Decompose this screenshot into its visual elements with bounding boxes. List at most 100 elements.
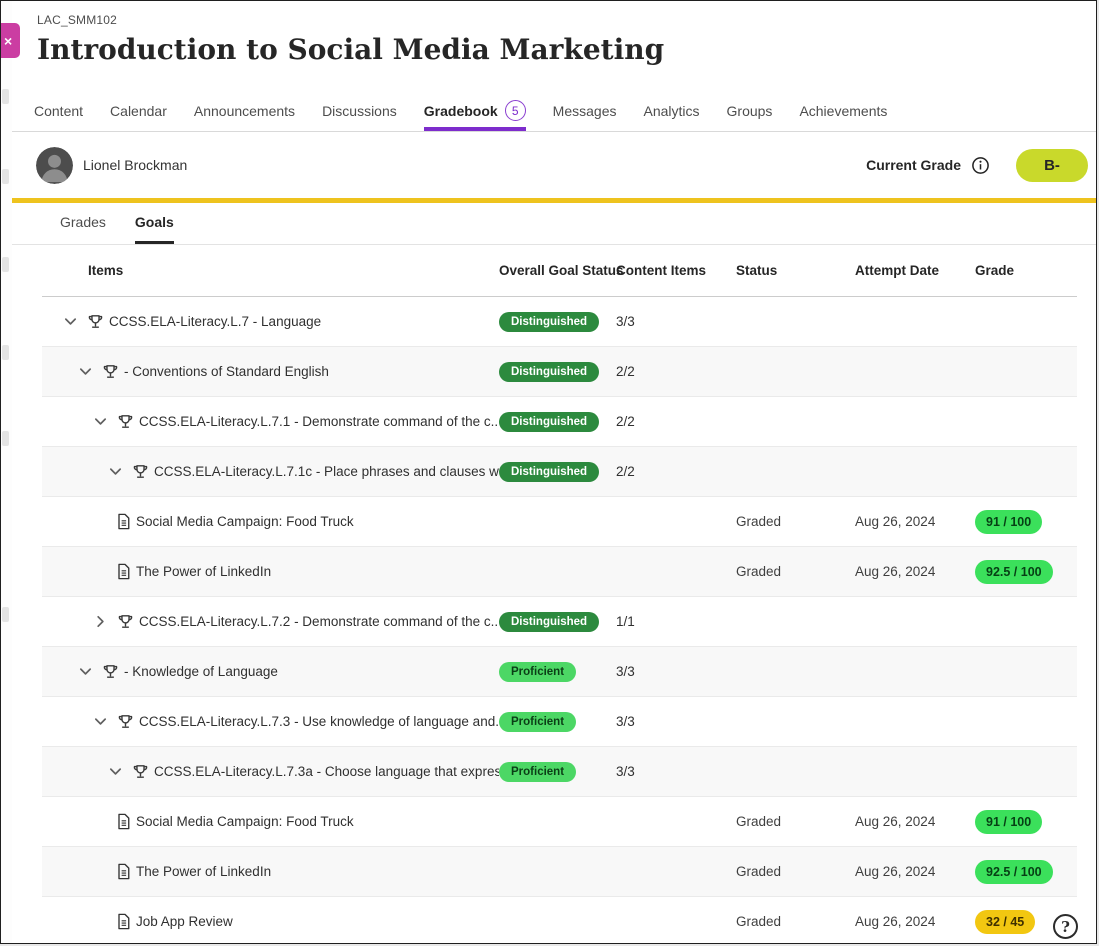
goal-status-pill: Distinguished	[499, 362, 599, 382]
item-status: Graded	[736, 564, 855, 579]
panel-close-tab[interactable]: ×	[1, 23, 20, 58]
tab-messages[interactable]: Messages	[553, 96, 617, 131]
chevron-down-icon[interactable]	[88, 710, 112, 734]
grade-pill[interactable]: 91 / 100	[975, 510, 1042, 534]
chevron-down-icon[interactable]	[58, 310, 82, 334]
goals-table: Items Overall Goal Status Content Items …	[42, 245, 1077, 944]
goal-trophy-icon	[117, 413, 134, 430]
goal-trophy-icon	[102, 663, 119, 680]
table-row: - Knowledge of Language Proficient 3/3	[42, 647, 1077, 697]
tab-groups[interactable]: Groups	[727, 96, 773, 131]
goal-label: CCSS.ELA-Literacy.L.7 - Language	[109, 314, 321, 329]
tab-discussions[interactable]: Discussions	[322, 96, 397, 131]
table-row: CCSS.ELA-Literacy.L.7.3a - Choose langua…	[42, 747, 1077, 797]
goal-trophy-icon	[117, 713, 134, 730]
gradebook-subtabs: Grades Goals	[12, 203, 1096, 245]
content-items-count: 1/1	[616, 614, 736, 629]
grade-pill[interactable]: 92.5 / 100	[975, 560, 1053, 584]
chevron-down-icon[interactable]	[88, 410, 112, 434]
tab-achievements[interactable]: Achievements	[799, 96, 887, 131]
student-name: Lionel Brockman	[83, 157, 187, 173]
chevron-down-icon[interactable]	[73, 360, 97, 384]
grade-pill[interactable]: 91 / 100	[975, 810, 1042, 834]
tab-gradebook[interactable]: Gradebook 5	[424, 96, 526, 131]
table-row: Job App Review Graded Aug 26, 2024 32 / …	[42, 897, 1077, 944]
document-icon	[116, 913, 131, 930]
item-label[interactable]: The Power of LinkedIn	[136, 564, 271, 579]
subtab-grades[interactable]: Grades	[60, 214, 106, 244]
chevron-down-icon[interactable]	[103, 460, 127, 484]
content-items-count: 2/2	[616, 464, 736, 479]
table-row: - Conventions of Standard English Distin…	[42, 347, 1077, 397]
table-row: Social Media Campaign: Food Truck Graded…	[42, 497, 1077, 547]
chevron-down-icon[interactable]	[73, 660, 97, 684]
attempt-date: Aug 26, 2024	[855, 814, 975, 829]
goal-label: - Knowledge of Language	[124, 664, 278, 679]
goal-status-pill: Proficient	[499, 662, 576, 682]
goal-label: CCSS.ELA-Literacy.L.7.2 - Demonstrate co…	[139, 614, 499, 629]
goal-label: CCSS.ELA-Literacy.L.7.1 - Demonstrate co…	[139, 414, 499, 429]
sidebar-ghost-icon	[2, 607, 9, 622]
table-row: The Power of LinkedIn Graded Aug 26, 202…	[42, 547, 1077, 597]
content-items-count: 2/2	[616, 364, 736, 379]
chevron-down-icon[interactable]	[103, 760, 127, 784]
grade-pill[interactable]: 92.5 / 100	[975, 860, 1053, 884]
page-title: Introduction to Social Media Marketing	[37, 33, 1096, 66]
tab-gradebook-label: Gradebook	[424, 103, 498, 119]
table-row: CCSS.ELA-Literacy.L.7.3 - Use knowledge …	[42, 697, 1077, 747]
table-body: CCSS.ELA-Literacy.L.7 - Language Disting…	[42, 297, 1077, 944]
info-icon[interactable]	[971, 156, 990, 175]
content-items-count: 2/2	[616, 414, 736, 429]
goal-trophy-icon	[132, 463, 149, 480]
main-content: LAC_SMM102 Introduction to Social Media …	[12, 1, 1096, 943]
item-label[interactable]: Social Media Campaign: Food Truck	[136, 814, 354, 829]
content-items-count: 3/3	[616, 314, 736, 329]
col-grade: Grade	[975, 263, 1077, 278]
attempt-date: Aug 26, 2024	[855, 514, 975, 529]
help-icon[interactable]: ?	[1053, 914, 1078, 939]
course-nav: Content Calendar Announcements Discussio…	[12, 96, 1096, 132]
goal-label: CCSS.ELA-Literacy.L.7.3 - Use knowledge …	[139, 714, 499, 729]
goal-status-pill: Proficient	[499, 762, 576, 782]
item-status: Graded	[736, 814, 855, 829]
table-row: CCSS.ELA-Literacy.L.7.1 - Demonstrate co…	[42, 397, 1077, 447]
sidebar-ghost-icon	[2, 169, 9, 184]
table-row: CCSS.ELA-Literacy.L.7.2 - Demonstrate co…	[42, 597, 1077, 647]
gradebook-page: × LAC_SMM102 Introduction to Social Medi…	[0, 0, 1097, 944]
item-label[interactable]: Job App Review	[136, 914, 233, 929]
sidebar-ghost-icon	[2, 345, 9, 360]
tab-announcements[interactable]: Announcements	[194, 96, 295, 131]
item-label[interactable]: The Power of LinkedIn	[136, 864, 271, 879]
goal-trophy-icon	[87, 313, 104, 330]
content-items-count: 3/3	[616, 764, 736, 779]
goal-status-pill: Distinguished	[499, 462, 599, 482]
col-status: Status	[736, 263, 855, 278]
table-row: CCSS.ELA-Literacy.L.7 - Language Disting…	[42, 297, 1077, 347]
grade-pill[interactable]: 32 / 45	[975, 910, 1035, 934]
item-status: Graded	[736, 914, 855, 929]
close-icon: ×	[4, 33, 12, 49]
goal-label: CCSS.ELA-Literacy.L.7.1c - Place phrases…	[154, 464, 499, 479]
col-attempt-date: Attempt Date	[855, 263, 975, 278]
subtab-goals[interactable]: Goals	[135, 214, 174, 244]
current-grade-pill[interactable]: B-	[1016, 149, 1088, 182]
goal-status-pill: Distinguished	[499, 312, 599, 332]
goal-label: - Conventions of Standard English	[124, 364, 329, 379]
tab-content[interactable]: Content	[34, 96, 83, 131]
attempt-date: Aug 26, 2024	[855, 914, 975, 929]
goal-status-pill: Distinguished	[499, 412, 599, 432]
attempt-date: Aug 26, 2024	[855, 564, 975, 579]
content-items-count: 3/3	[616, 714, 736, 729]
col-content-items: Content Items	[616, 263, 736, 278]
sidebar-ghost-icon	[2, 257, 9, 272]
tab-calendar[interactable]: Calendar	[110, 96, 167, 131]
table-row: CCSS.ELA-Literacy.L.7.1c - Place phrases…	[42, 447, 1077, 497]
tab-analytics[interactable]: Analytics	[643, 96, 699, 131]
document-icon	[116, 513, 131, 530]
item-label[interactable]: Social Media Campaign: Food Truck	[136, 514, 354, 529]
gradebook-count-badge: 5	[505, 100, 526, 121]
goal-trophy-icon	[102, 363, 119, 380]
chevron-right-icon[interactable]	[88, 610, 112, 634]
table-header: Items Overall Goal Status Content Items …	[42, 245, 1077, 297]
goal-trophy-icon	[132, 763, 149, 780]
